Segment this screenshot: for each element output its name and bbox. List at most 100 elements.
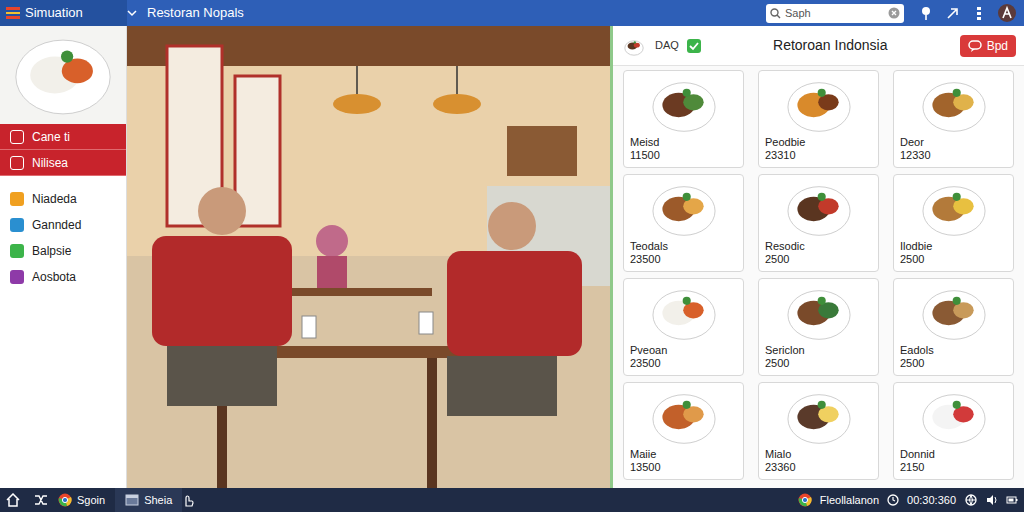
dish-name: Pveoan — [630, 344, 737, 357]
menu-item[interactable]: Sericlon2500 — [758, 278, 879, 376]
shuffle-icon[interactable] — [34, 494, 48, 506]
item-icon — [10, 218, 24, 232]
dish-price: 11500 — [630, 149, 737, 162]
food-photo — [904, 283, 1004, 343]
sidebar: Cane ti Nilisea Niadeda Gannded Balpsie Aosbo… — [0, 26, 127, 488]
menu-item[interactable]: Donnid2150 — [893, 382, 1014, 480]
menu-item[interactable]: Eadols2500 — [893, 278, 1014, 376]
dish-price: 23310 — [765, 149, 872, 162]
sidebar-item[interactable]: Aosbota — [0, 264, 126, 290]
dish-name: Teodals — [630, 240, 737, 253]
menu-item[interactable]: Deor12330 — [893, 70, 1014, 168]
pin-icon[interactable] — [920, 6, 932, 20]
search-box[interactable] — [766, 4, 904, 23]
clear-icon[interactable] — [888, 7, 900, 19]
dish-name: Meisd — [630, 136, 737, 149]
share-icon[interactable] — [946, 6, 960, 20]
more-icon[interactable] — [974, 6, 984, 20]
menu-icon[interactable] — [6, 7, 20, 19]
dish-icon — [621, 35, 647, 57]
sidebar-item[interactable]: Niadeda — [0, 186, 126, 212]
app-title: Simuation — [25, 3, 83, 23]
dish-name: Donnid — [900, 448, 1007, 461]
sidebar-picture — [0, 26, 126, 124]
taskbar-app[interactable]: Sheia — [115, 488, 182, 512]
order-button[interactable]: Bpd — [960, 35, 1016, 57]
dish-picture — [11, 31, 115, 119]
network-icon[interactable] — [964, 494, 978, 506]
title-bar: SimuationRestoran Nopals — [0, 0, 1024, 26]
volume-icon[interactable] — [986, 494, 998, 506]
window-icon — [125, 493, 139, 507]
item-icon — [10, 130, 24, 144]
clock: 00:30:360 — [907, 492, 956, 509]
panel-title: Retoroan Indonsia — [773, 35, 887, 56]
food-photo — [634, 179, 734, 239]
dish-picture — [765, 282, 872, 344]
hand-icon[interactable] — [182, 493, 194, 507]
menu-item[interactable]: Ilodbie2500 — [893, 174, 1014, 272]
sidebar-item[interactable]: Cane ti — [0, 124, 126, 150]
food-photo — [769, 283, 869, 343]
chevron-icon[interactable] — [127, 9, 137, 17]
check-icon — [687, 39, 701, 53]
dish-name: Mialo — [765, 448, 872, 461]
dish-price: 2500 — [765, 253, 872, 266]
menu-item[interactable]: Meisd11500 — [623, 70, 744, 168]
panel-badge: DAQ — [655, 37, 679, 54]
search-input[interactable] — [785, 5, 884, 22]
food-photo — [769, 179, 869, 239]
dish-price: 2150 — [900, 461, 1007, 474]
food-photo — [769, 75, 869, 135]
item-label: Gannded — [32, 216, 81, 234]
tray-app[interactable]: Fleollalanon — [820, 492, 879, 509]
menu-item[interactable]: Maiie13500 — [623, 382, 744, 480]
menu-item[interactable]: Mialo23360 — [758, 382, 879, 480]
item-icon — [10, 270, 24, 284]
item-icon — [10, 192, 24, 206]
item-icon — [10, 156, 24, 170]
dish-price: 2500 — [900, 357, 1007, 370]
dish-price: 12330 — [900, 149, 1007, 162]
food-photo — [904, 387, 1004, 447]
dish-price: 23500 — [630, 357, 737, 370]
food-photo — [634, 387, 734, 447]
dish-name: Sericlon — [765, 344, 872, 357]
app-label: Sgoin — [77, 492, 105, 509]
food-photo — [634, 283, 734, 343]
home-icon[interactable] — [6, 493, 20, 507]
food-photo — [634, 75, 734, 135]
dish-price: 23360 — [765, 461, 872, 474]
taskbar-app[interactable]: Sgoin — [48, 488, 115, 512]
dish-picture — [630, 178, 737, 240]
sidebar-item[interactable]: Gannded — [0, 212, 126, 238]
item-label: Niadeda — [32, 190, 77, 208]
item-label: Nilisea — [32, 154, 68, 172]
dish-price: 2500 — [900, 253, 1007, 266]
menu-header: DAQ Retoroan Indonsia Bpd — [613, 26, 1024, 66]
taskbar: Sgoin Sheia Fleollalanon 00:30:360 — [0, 488, 1024, 512]
dish-picture — [900, 386, 1007, 448]
main-area: Cane ti Nilisea Niadeda Gannded Balpsie Aosbo… — [0, 26, 1024, 488]
dish-picture — [765, 178, 872, 240]
app-label: Sheia — [144, 492, 172, 509]
system-tray: Fleollalanon 00:30:360 — [798, 492, 1018, 509]
dish-name: Maiie — [630, 448, 737, 461]
account-icon[interactable] — [998, 4, 1016, 22]
item-label: Cane ti — [32, 128, 70, 146]
dish-name: Resodic — [765, 240, 872, 253]
menu-item[interactable]: Pveoan23500 — [623, 278, 744, 376]
item-label: Balpsie — [32, 242, 71, 260]
dish-price: 13500 — [630, 461, 737, 474]
menu-panel: DAQRetoroan IndonsiaBpdMeisd11500Peodbie… — [610, 26, 1024, 488]
browser-icon[interactable] — [798, 493, 812, 507]
sidebar-item[interactable]: Balpsie — [0, 238, 126, 264]
menu-item[interactable]: Teodals23500 — [623, 174, 744, 272]
menu-item[interactable]: Peodbie23310 — [758, 70, 879, 168]
chat-icon — [968, 40, 982, 52]
sidebar-item[interactable]: Nilisea — [0, 150, 126, 176]
menu-item[interactable]: Resodic2500 — [758, 174, 879, 272]
item-icon — [10, 244, 24, 258]
food-photo — [904, 179, 1004, 239]
dish-name: Deor — [900, 136, 1007, 149]
